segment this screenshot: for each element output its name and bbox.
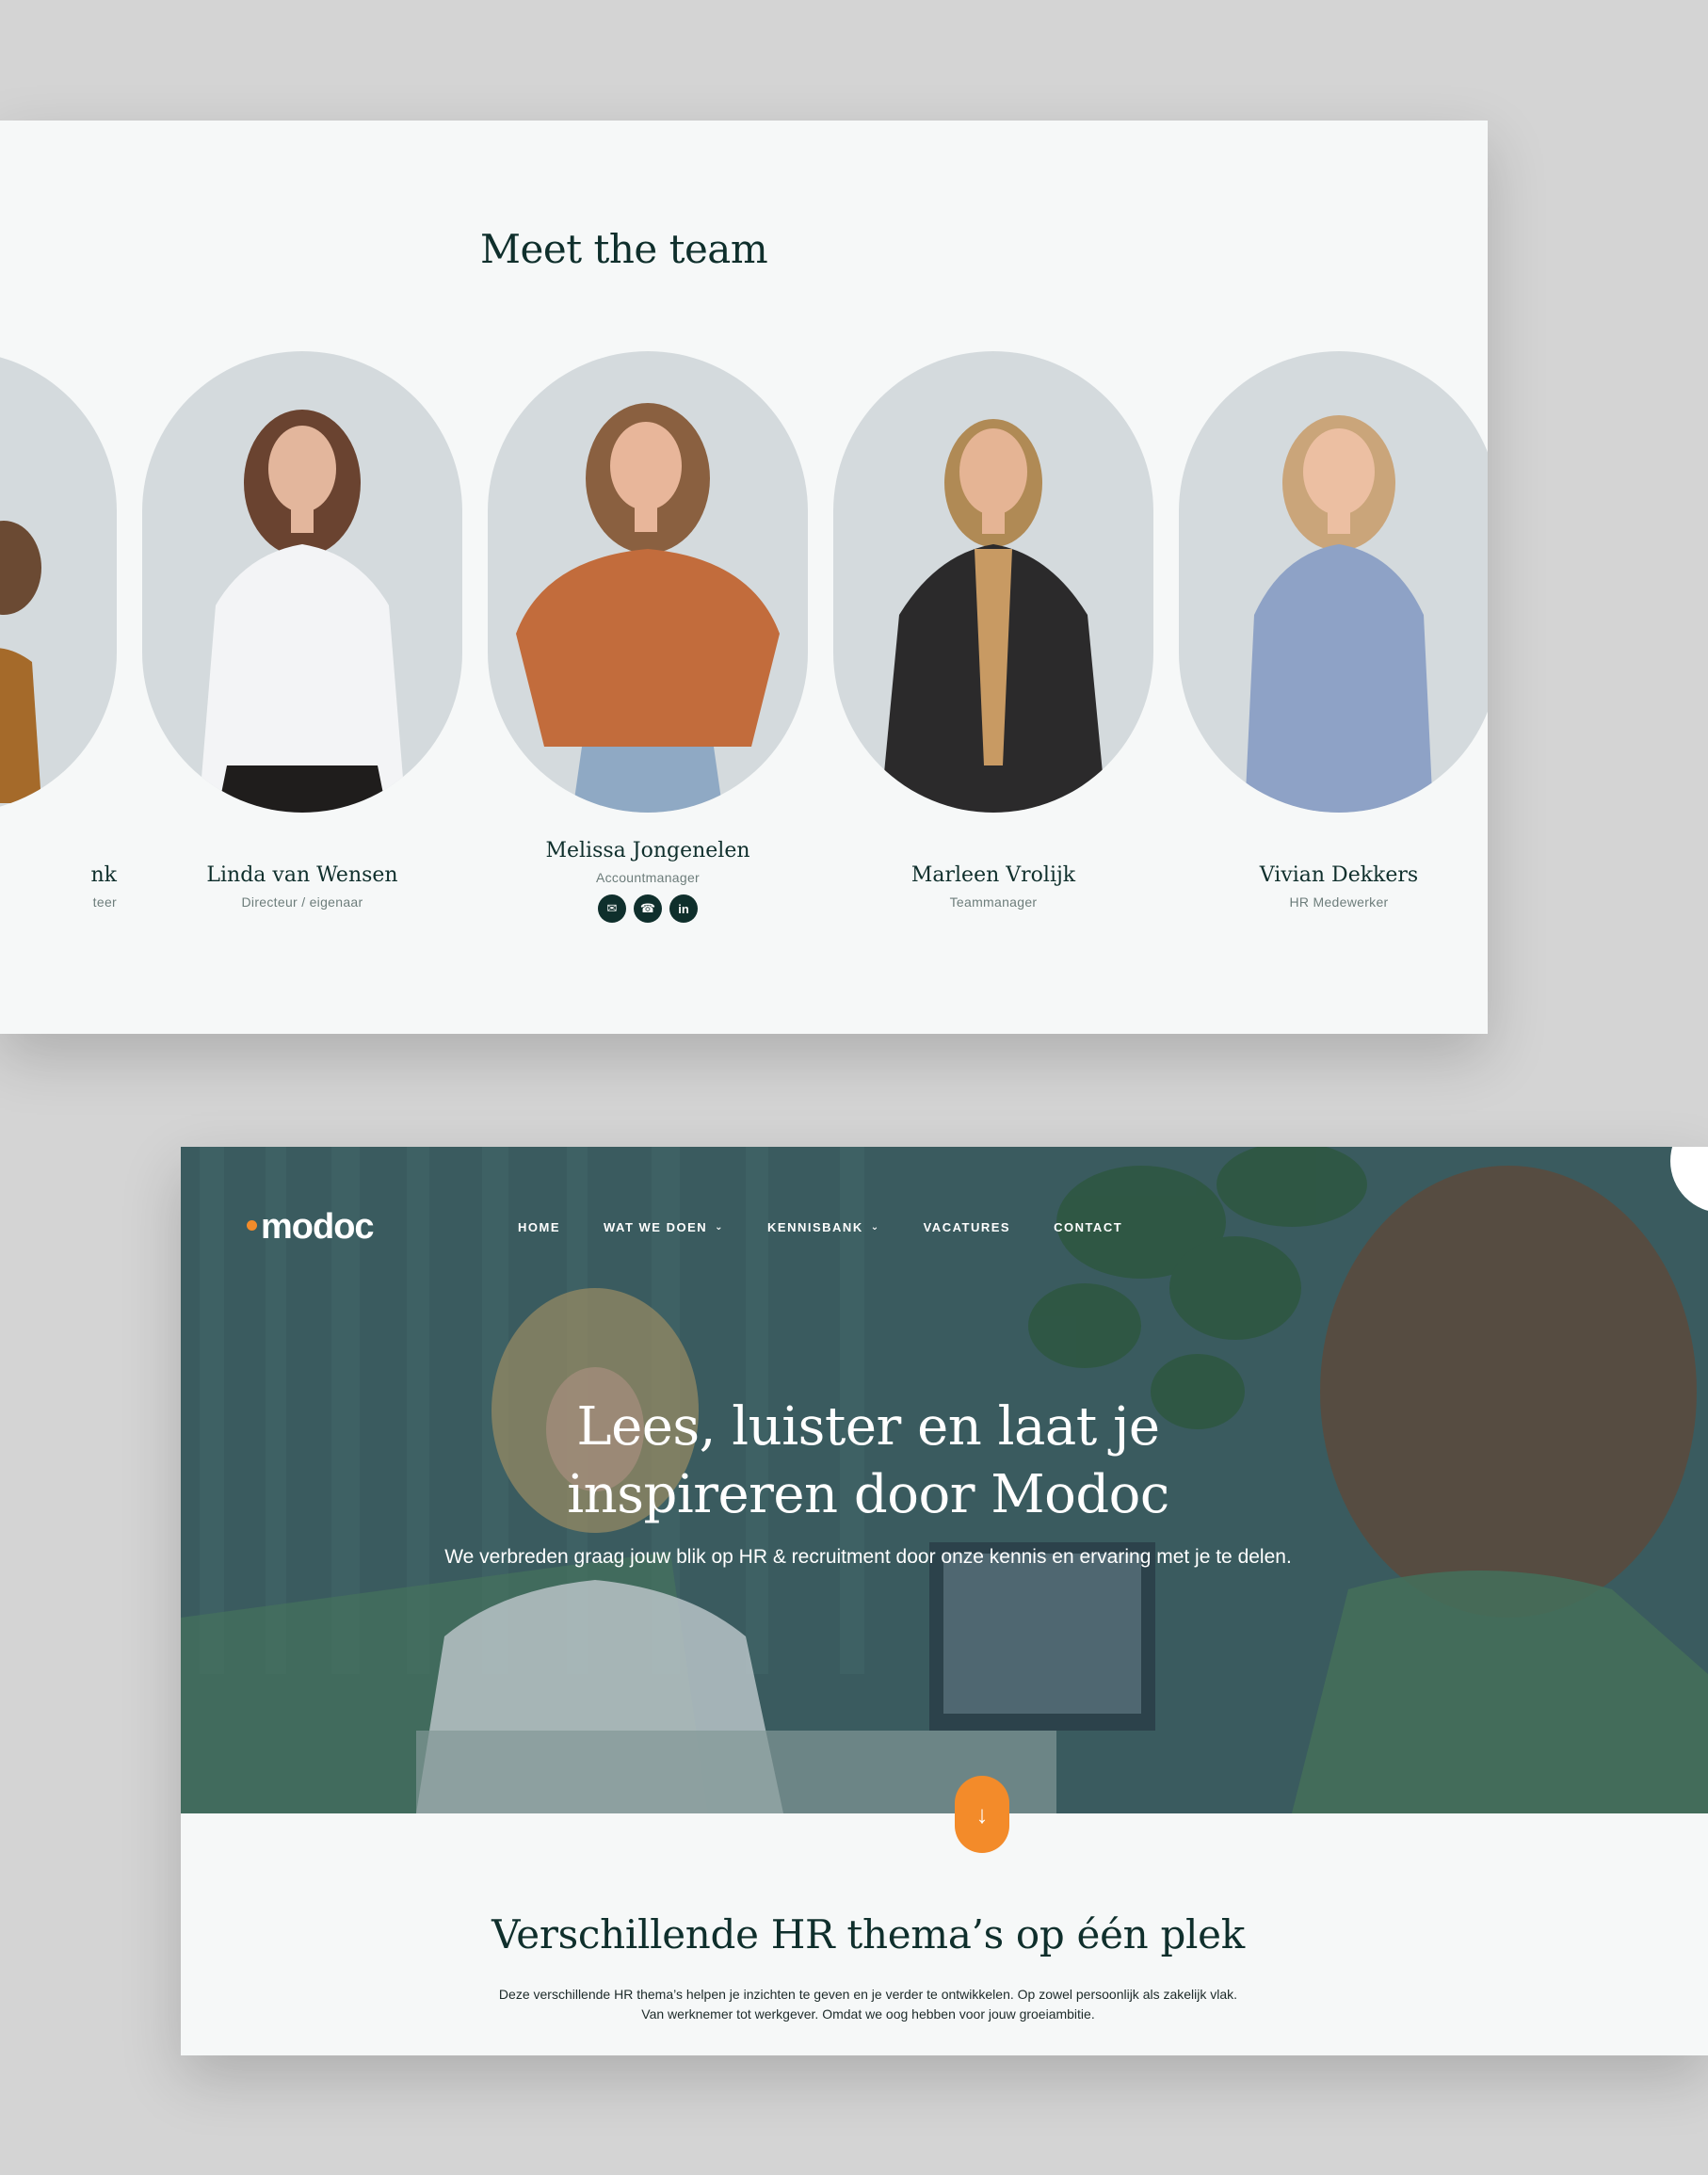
team-member-card[interactable]: nk teer [0,351,117,910]
section-description: Deze verschillende HR thema’s helpen je … [181,1985,1555,2024]
member-name: Linda van Wensen [206,863,398,887]
team-title: Meet the team [480,226,768,272]
team-member-card[interactable]: Vivian Dekkers HR Medewerker [1179,351,1488,910]
hero-subtitle: We verbreden graag jouw blik op HR & rec… [444,1546,1292,1568]
team-member-card[interactable]: Linda van Wensen Directeur / eigenaar [142,351,462,910]
scroll-down-button[interactable]: ↓ [955,1776,1009,1853]
main-nav: HOME WAT WE DOEN ⌄ KENNISBANK ⌄ VACATURES … [518,1220,1166,1234]
member-photo [1179,351,1488,813]
nav-label: KENNISBANK [767,1220,863,1234]
section-text-line: Deze verschillende HR thema’s helpen je … [498,1987,1238,2002]
nav-kennisbank[interactable]: KENNISBANK ⌄ [767,1220,880,1234]
member-role: Accountmanager [595,870,701,885]
member-photo [0,351,117,813]
nav-wat-we-doen[interactable]: WAT WE DOEN ⌄ [604,1220,724,1234]
email-icon[interactable]: ✉ [598,894,626,923]
member-name: Vivian Dekkers [1259,863,1419,887]
team-member-card-active[interactable]: Melissa Jongenelen Accountmanager ✉ ☎ in [488,351,808,923]
member-photo [142,351,462,813]
website-preview: modoc HOME WAT WE DOEN ⌄ KENNISBANK ⌄ VACA… [181,1147,1708,2055]
team-member-card[interactable]: Marleen Vrolijk Teammanager [833,351,1153,910]
hero-title: Lees, luister en laat je inspireren door… [181,1394,1555,1529]
nav-label: CONTACT [1054,1220,1123,1234]
member-role: HR Medewerker [1289,894,1389,910]
member-role: Teammanager [949,894,1038,910]
nav-vacatures[interactable]: VACATURES [924,1220,1010,1234]
nav-contact[interactable]: CONTACT [1054,1220,1122,1234]
team-section: Meet the team nk teer Linda van Wensen D… [0,121,1488,1034]
logo-dot [247,1220,257,1231]
member-contact-icons: ✉ ☎ in [488,894,808,923]
member-name: Marleen Vrolijk [910,863,1076,887]
linkedin-icon[interactable]: in [669,894,698,923]
nav-label: HOME [518,1220,560,1234]
logo-text: modoc [261,1207,375,1247]
member-name: nk [90,863,118,887]
chevron-down-icon: ⌄ [715,1222,725,1232]
member-name: Melissa Jongenelen [545,839,750,862]
section-text-line: Van werknemer tot werkgever. Omdat we oo… [641,2006,1095,2022]
nav-home[interactable]: HOME [518,1220,560,1234]
member-role: Directeur / eigenaar [241,894,363,910]
hero-title-line: Lees, luister en laat je [576,1396,1160,1458]
phone-icon[interactable]: ☎ [634,894,662,923]
hero-section: modoc HOME WAT WE DOEN ⌄ KENNISBANK ⌄ VACA… [181,1147,1708,1813]
nav-label: WAT WE DOEN [604,1220,708,1234]
hero-title-line: inspireren door Modoc [567,1464,1169,1525]
site-logo[interactable]: modoc [247,1207,375,1248]
nav-label: VACATURES [923,1220,1011,1234]
member-photo [833,351,1153,813]
member-role: teer [92,894,117,910]
member-photo [488,351,808,813]
chevron-down-icon: ⌄ [870,1222,880,1232]
section-title: Verschillende HR thema’s op één plek [491,1911,1245,1958]
arrow-down-icon: ↓ [975,1799,989,1829]
